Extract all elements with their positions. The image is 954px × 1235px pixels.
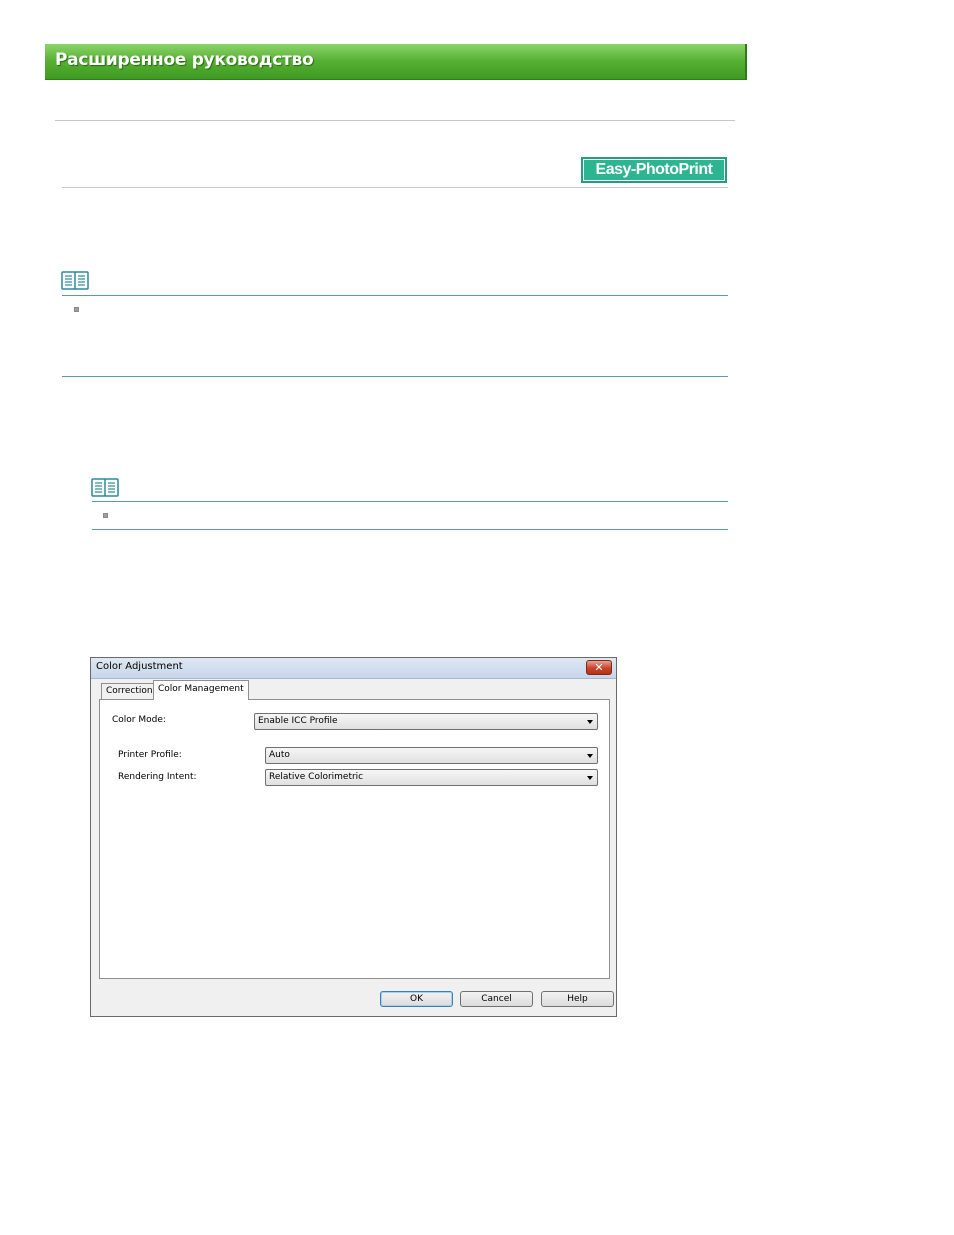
square-bullet-icon (74, 307, 79, 312)
dialog-title: Color Adjustment (96, 661, 183, 672)
printer-profile-select[interactable]: Auto (265, 747, 598, 764)
manual-title: Расширенное руководство (55, 50, 314, 70)
note-book-icon (61, 271, 89, 290)
color-management-panel: Color Mode: Enable ICC Profile Printer P… (99, 699, 610, 979)
manual-header-banner: Расширенное руководство (45, 44, 747, 80)
help-button[interactable]: Help (541, 991, 614, 1007)
color-mode-label: Color Mode: (112, 715, 166, 725)
chevron-down-icon (587, 754, 593, 758)
note-top-rule (62, 295, 728, 296)
cancel-button[interactable]: Cancel (460, 991, 533, 1007)
logo-text: Easy-PhotoPrint Pro (584, 160, 724, 198)
square-bullet-icon (103, 513, 108, 518)
rendering-intent-label: Rendering Intent: (118, 772, 197, 782)
ok-button[interactable]: OK (380, 991, 453, 1007)
rendering-intent-select[interactable]: Relative Colorimetric (265, 769, 598, 786)
chevron-down-icon (587, 776, 593, 780)
printer-profile-label: Printer Profile: (118, 750, 182, 760)
tab-correction[interactable]: Correction (101, 683, 158, 700)
easy-photoprint-pro-logo: Easy-PhotoPrint Pro (581, 157, 727, 198)
dialog-titlebar: Color Adjustment ✕ (91, 658, 616, 679)
note-book-icon (91, 478, 119, 497)
note-bottom-rule (92, 529, 728, 530)
close-icon[interactable]: ✕ (586, 660, 612, 675)
color-adjustment-dialog: Color Adjustment ✕ Correction Color Mana… (90, 657, 617, 1017)
color-mode-select[interactable]: Enable ICC Profile (254, 713, 598, 730)
header-divider (55, 120, 735, 121)
rendering-intent-value: Relative Colorimetric (269, 772, 364, 782)
title-divider (62, 187, 728, 188)
color-mode-value: Enable ICC Profile (258, 716, 338, 726)
note-top-rule (92, 501, 728, 502)
note-bottom-rule (62, 376, 728, 377)
tab-color-management[interactable]: Color Management (153, 680, 249, 700)
chevron-down-icon (587, 720, 593, 724)
printer-profile-value: Auto (269, 750, 290, 760)
